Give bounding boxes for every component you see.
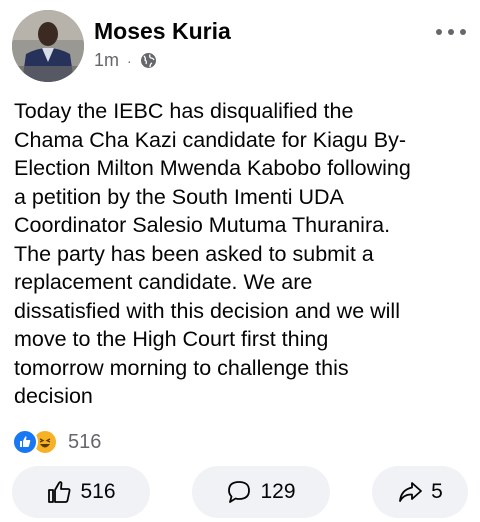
post-text-line: move to the High Court first thing xyxy=(14,327,329,351)
like-button[interactable]: 516 xyxy=(12,466,150,518)
meta-separator: · xyxy=(127,52,132,69)
post-text-line: replacement candidate. We are xyxy=(14,270,313,294)
share-icon xyxy=(399,482,423,502)
reaction-count: 516 xyxy=(68,430,102,453)
globe-icon xyxy=(140,52,157,69)
comment-icon xyxy=(228,481,251,503)
reactions-summary[interactable]: 516 xyxy=(12,428,101,456)
comment-count: 129 xyxy=(260,480,296,503)
comment-button[interactable]: 129 xyxy=(192,466,330,518)
post-text-line: tomorrow morning to challenge this xyxy=(14,355,349,380)
action-bar: 516 129 5 xyxy=(12,466,468,520)
post-text-line: Coordinator Salesio Mutuma Thuranira. xyxy=(14,213,391,237)
post-text-line: The party has been asked to submit a xyxy=(14,241,374,266)
post-text-line: a petition by the South Imenti UDA xyxy=(14,184,344,209)
thumbs-up-icon xyxy=(48,481,71,503)
post-text-line: decision xyxy=(14,384,93,408)
like-count: 516 xyxy=(80,480,116,503)
share-button[interactable]: 5 xyxy=(372,466,468,518)
author-name[interactable]: Moses Kuria xyxy=(94,18,231,45)
reaction-icons xyxy=(12,429,62,455)
post-timestamp[interactable]: 1m xyxy=(94,50,119,71)
like-icon xyxy=(12,429,38,455)
post-meta: 1m · xyxy=(94,50,157,71)
post-body: Today the IEBC has disqualified the Cham… xyxy=(14,97,474,411)
post-text-line: Chama Cha Kazi candidate for Kiagu By- xyxy=(14,127,406,152)
share-count: 5 xyxy=(431,480,443,503)
post-text-line: Today the IEBC has disqualified the xyxy=(14,99,354,123)
post-text-line: Election Milton Mwenda Kabobo following xyxy=(14,156,411,180)
post-header: Moses Kuria 1m · xyxy=(12,10,470,84)
author-avatar[interactable] xyxy=(12,10,84,82)
post-text-line: dissatisfied with this decision and we w… xyxy=(14,298,400,323)
more-options-icon[interactable] xyxy=(436,22,466,42)
